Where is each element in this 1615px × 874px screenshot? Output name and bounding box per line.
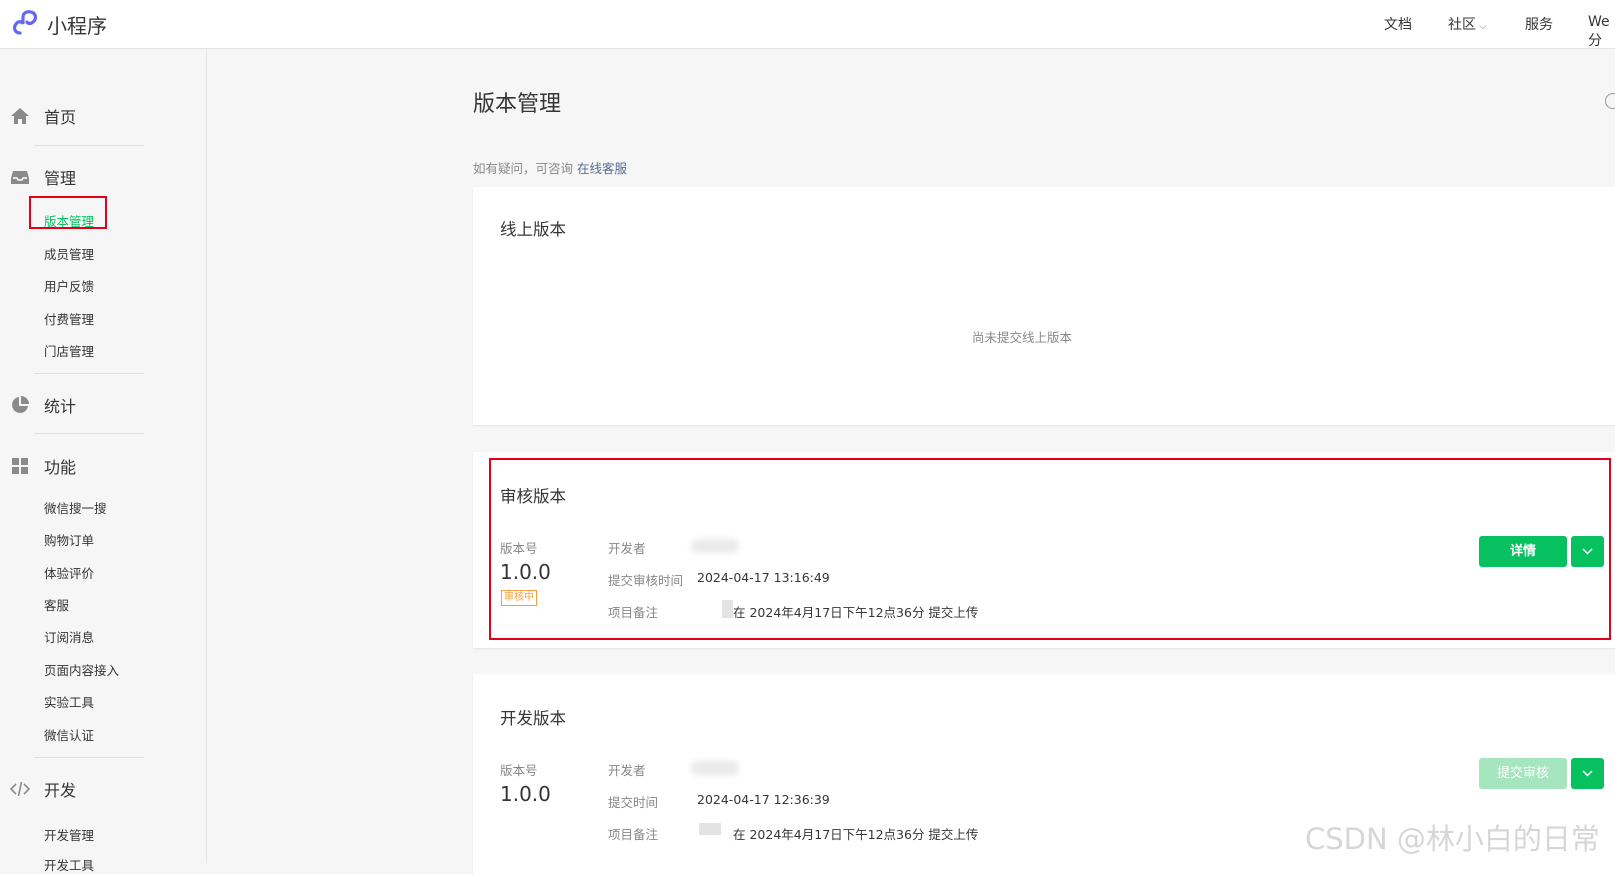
inbox-icon [11,171,29,184]
brand-title[interactable]: 小程序 [47,10,107,39]
grid-icon [12,458,28,474]
hint-text: 如有疑问，可咨询 [473,161,574,176]
card-title: 线上版本 [500,220,566,239]
sidebar-item-label: 开发 [44,781,77,800]
sidebar-item-label: 首页 [44,108,77,127]
sidebar-item-shopping-orders[interactable]: 购物订单 [44,530,94,549]
miniprogram-logo-icon[interactable] [12,9,40,37]
sidebar-item-wechat-search[interactable]: 微信搜一搜 [44,498,107,517]
code-icon [10,781,30,797]
chevron-down-icon [1582,770,1593,777]
sidebar-item-payment[interactable]: 付费管理 [44,309,94,328]
sidebar-item-experiment-tools[interactable]: 实验工具 [44,692,94,711]
divider [34,145,144,146]
chevron-down-icon: ⌵ [1479,21,1487,32]
sidebar-item-customer-service[interactable]: 客服 [44,595,69,614]
nav-community[interactable]: 社区 ⌵ [1448,14,1487,34]
submit-review-button[interactable]: 提交审核 [1479,758,1567,789]
card-title: 开发版本 [500,709,566,728]
nav-services[interactable]: 服务 [1525,14,1553,34]
note-label: 项目备注 [608,827,659,842]
sidebar-item-dev-management[interactable]: 开发管理 [44,825,94,844]
sidebar-item-page-content[interactable]: 页面内容接入 [44,660,119,679]
watermark: CSDN @林小白的日常 [1305,822,1600,856]
submit-time-value: 2024-04-17 12:36:39 [697,792,830,807]
sidebar-item-label: 功能 [44,458,77,477]
nav-docs[interactable]: 文档 [1384,14,1412,34]
sidebar-item-experience-rating[interactable]: 体验评价 [44,563,94,582]
help-hint: 如有疑问，可咨询 在线客服 [473,158,627,177]
sidebar-item-members[interactable]: 成员管理 [44,244,94,263]
sidebar [0,49,207,863]
submit-time-label: 提交时间 [608,795,659,810]
sidebar-item-wechat-verification[interactable]: 微信认证 [44,725,94,744]
developer-avatar-redacted [691,761,739,775]
sidebar-item-label: 管理 [44,169,77,188]
version-number: 1.0.0 [500,782,551,806]
divider [34,373,144,374]
divider [34,757,144,758]
online-support-link[interactable]: 在线客服 [577,161,627,176]
version-label: 版本号 [500,763,538,778]
note-value: 在 2024年4月17日下午12点36分 提交上传 [733,827,979,842]
online-version-card: 线上版本 尚未提交线上版本 [473,187,1615,425]
sidebar-item-feedback[interactable]: 用户反馈 [44,276,94,295]
sidebar-item-dev-tools[interactable]: 开发工具 [44,855,94,874]
note-redacted [699,823,721,835]
page-title: 版本管理 [473,92,562,117]
sidebar-item-subscription-messages[interactable]: 订阅消息 [44,627,94,646]
top-navigation-bar: 小程序 文档 社区 ⌵ 服务 We分 [0,0,1615,49]
sidebar-item-stores[interactable]: 门店管理 [44,341,94,360]
divider [34,433,144,434]
empty-state-text: 尚未提交线上版本 [971,330,1072,345]
help-icon[interactable] [1605,93,1615,109]
developer-label: 开发者 [608,763,646,778]
pie-chart-icon [12,396,29,413]
home-icon [11,108,29,124]
highlight-box [489,458,1611,640]
sidebar-item-label: 统计 [44,397,77,416]
highlight-box [29,196,107,229]
more-actions-button[interactable] [1571,758,1604,789]
nav-community-label: 社区 [1448,17,1476,33]
nav-we-analysis[interactable]: We分 [1588,14,1615,50]
